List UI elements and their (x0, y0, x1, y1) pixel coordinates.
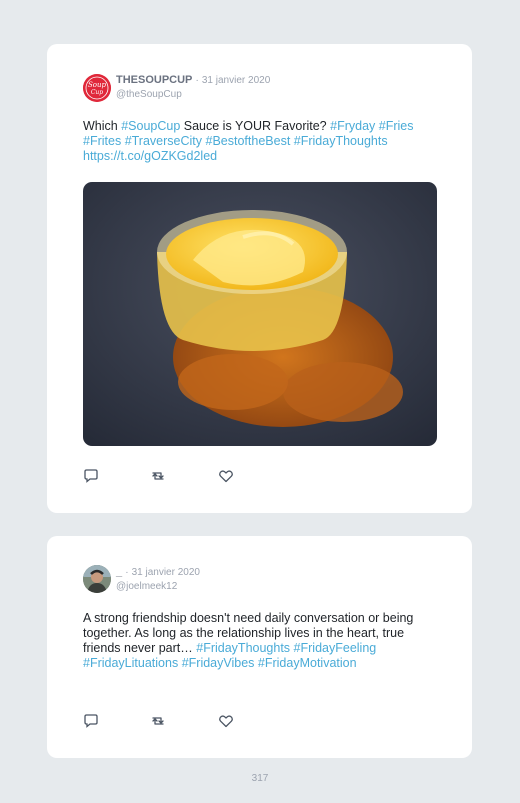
retweet-icon[interactable] (150, 713, 166, 729)
tweet-date[interactable]: 31 janvier 2020 (132, 567, 200, 578)
hashtag-link[interactable]: #FridayThoughts (196, 641, 290, 655)
sauce-cup-image (83, 182, 437, 446)
hashtag-link[interactable]: #SoupCup (121, 119, 180, 133)
svg-text:Cup: Cup (91, 89, 103, 96)
tweet-actions (83, 713, 283, 729)
separator: · (195, 75, 199, 86)
svg-text:Soup: Soup (88, 81, 107, 89)
tweet-date[interactable]: 31 janvier 2020 (202, 75, 270, 86)
retweet-icon[interactable] (150, 468, 166, 484)
avatar[interactable]: Soup Cup (83, 74, 111, 102)
like-icon[interactable] (218, 468, 234, 484)
author-handle[interactable]: @theSoupCup (116, 88, 270, 101)
tweet-card: Soup Cup THESOUPCUP · 31 janvier 2020 @t… (47, 44, 472, 513)
reply-icon[interactable] (83, 713, 99, 729)
reply-icon[interactable] (83, 468, 99, 484)
user-photo (83, 565, 111, 593)
tweet-header: THESOUPCUP · 31 janvier 2020 @theSoupCup (116, 74, 270, 101)
tweet-text-segment: Which (83, 119, 122, 133)
hashtag-link[interactable]: #Frites (83, 134, 121, 148)
tweet-header: _ · 31 janvier 2020 @joelmeek12 (116, 566, 200, 593)
page-number: 317 (251, 773, 269, 784)
hashtag-link[interactable]: #FridayLituations (83, 656, 178, 670)
author-handle[interactable]: @joelmeek12 (116, 580, 200, 593)
tweet-actions (83, 468, 283, 484)
hashtag-link[interactable]: #TraverseCity (125, 134, 202, 148)
hashtag-link[interactable]: #Fries (379, 119, 414, 133)
author-name[interactable]: THESOUPCUP (116, 74, 192, 86)
avatar[interactable] (83, 565, 111, 593)
tweet-card: _ · 31 janvier 2020 @joelmeek12 A strong… (47, 536, 472, 758)
hashtag-link[interactable]: #BestoftheBest (206, 134, 291, 148)
tweet-text: Which #SoupCup Sauce is YOUR Favorite? #… (83, 119, 443, 164)
like-icon[interactable] (218, 713, 234, 729)
tweet-text-segment: Sauce is YOUR Favorite? (180, 119, 331, 133)
author-name[interactable]: _ (116, 566, 122, 578)
hashtag-link[interactable]: #Fryday (330, 119, 375, 133)
tweet-text: A strong friendship doesn't need daily c… (83, 611, 443, 671)
soupcup-logo: Soup Cup (83, 74, 111, 102)
tweet-photo[interactable] (83, 182, 437, 446)
separator: · (125, 567, 129, 578)
hashtag-link[interactable]: #FridayVibes (182, 656, 255, 670)
hashtag-link[interactable]: #FridayThoughts (294, 134, 388, 148)
tweet-link[interactable]: https://t.co/gOZKGd2led (83, 149, 217, 163)
hashtag-link[interactable]: #FridayFeeling (294, 641, 377, 655)
hashtag-link[interactable]: #FridayMotivation (258, 656, 357, 670)
